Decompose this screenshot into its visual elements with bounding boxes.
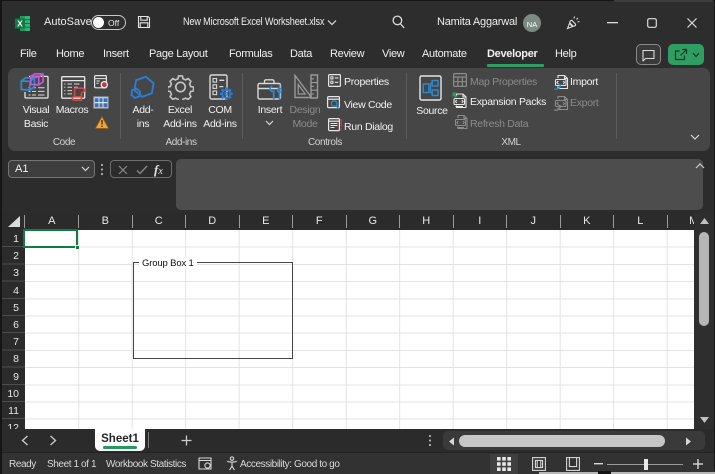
svg-text:X: X (17, 19, 23, 29)
